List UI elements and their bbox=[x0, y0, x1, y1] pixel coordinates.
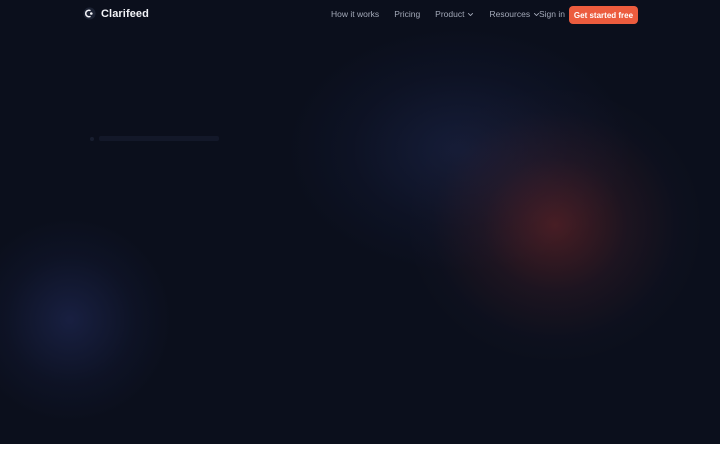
brand-logo-link[interactable]: Clarifeed bbox=[83, 7, 149, 20]
clarifeed-logo-icon bbox=[83, 7, 96, 20]
background-glow-blue-left bbox=[0, 220, 170, 420]
hero-section: Clarifeed How it works Pricing Product R… bbox=[0, 0, 720, 444]
top-navigation: Clarifeed How it works Pricing Product R… bbox=[0, 0, 720, 30]
nav-dropdown-resources-label: Resources bbox=[489, 9, 531, 19]
sign-in-link[interactable]: Sign in bbox=[539, 9, 565, 19]
nav-dropdown-product-label: Product bbox=[435, 9, 465, 19]
background-glow-red bbox=[410, 90, 700, 360]
get-started-button[interactable]: Get started free bbox=[569, 6, 638, 24]
chevron-down-icon bbox=[468, 12, 474, 16]
nav-links: How it works Pricing Product Resources bbox=[331, 9, 540, 19]
brand-name: Clarifeed bbox=[101, 7, 149, 20]
nav-link-how-it-works[interactable]: How it works bbox=[331, 9, 379, 19]
nav-dropdown-product[interactable]: Product bbox=[435, 9, 474, 19]
nav-dropdown-resources[interactable]: Resources bbox=[489, 9, 540, 19]
faint-text-placeholder bbox=[99, 136, 219, 141]
hero-faint-content bbox=[90, 136, 219, 141]
faint-dot-icon bbox=[90, 136, 94, 141]
nav-link-pricing[interactable]: Pricing bbox=[394, 9, 420, 19]
